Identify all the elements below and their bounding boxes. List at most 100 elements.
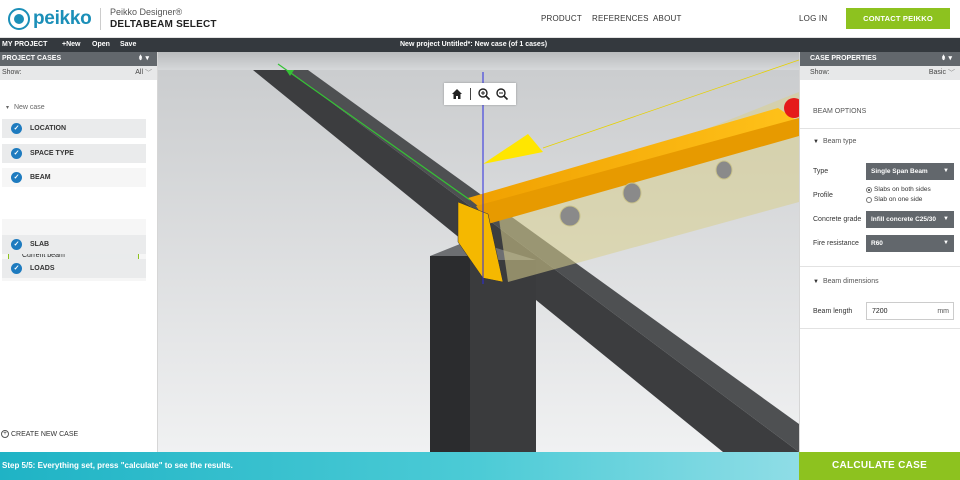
step-slab[interactable]: ✓ SLAB (2, 235, 146, 254)
divider (800, 266, 960, 267)
plus-circle-icon: + (1, 430, 9, 438)
create-new-case-label: CREATE NEW CASE (11, 430, 79, 438)
step-loads[interactable]: ✓ LOADS (2, 259, 146, 278)
profile-label: Profile (813, 192, 833, 199)
web-hole (559, 205, 581, 227)
profile-option-label: Slabs on both sides (874, 186, 931, 193)
pin-icon[interactable]: ⇟ ▾ (138, 54, 149, 62)
app-subtitle: Peikko Designer® (110, 7, 183, 17)
step-beam[interactable]: ✓ BEAM (2, 168, 146, 187)
step-label: LOADS (30, 265, 55, 272)
3d-viewport[interactable] (158, 52, 799, 452)
case-properties-title: CASE PROPERTIES (810, 55, 877, 62)
project-title: MY PROJECT (2, 41, 48, 48)
profile-radio-both[interactable]: Slabs on both sides (866, 186, 931, 193)
nav-references[interactable]: REFERENCES (592, 14, 649, 23)
calculate-case-button[interactable]: CALCULATE CASE (799, 452, 960, 480)
new-button[interactable]: +New (62, 41, 80, 48)
logo-text: peikko (33, 8, 92, 29)
check-icon: ✓ (11, 148, 22, 159)
show-label: Show: (810, 69, 830, 76)
profile-radio-one[interactable]: Slab on one side (866, 196, 922, 203)
collapse-triangle-icon: ▼ (813, 279, 819, 285)
zoom-out-icon[interactable] (494, 86, 510, 102)
radio-unselected-icon (866, 196, 872, 203)
beam-options-label: BEAM OPTIONS (813, 108, 867, 115)
beam-length-label: Beam length (813, 308, 853, 315)
pin-icon[interactable]: ⇟ ▾ (941, 54, 952, 62)
case-tree-item[interactable]: ▾ New case (6, 104, 45, 111)
toolbar-divider (470, 88, 471, 100)
radio-selected-icon (866, 186, 872, 193)
view-toolbar (444, 83, 516, 105)
project-cases-panel: PROJECT CASES ⇟ ▾ Show: All ﹀ ▾ New case… (0, 52, 158, 452)
status-bar: Step 5/5: Everything set, press "calcula… (0, 452, 799, 480)
concrete-grade-select[interactable]: Infill concrete C25/30 ▼ (866, 211, 954, 228)
show-value: Basic (928, 69, 946, 76)
app-title: DELTABEAM SELECT (110, 19, 217, 30)
nav-about[interactable]: ABOUT (653, 14, 682, 23)
step-label: SLAB (30, 241, 50, 248)
home-icon[interactable] (449, 86, 465, 102)
collapse-triangle-icon: ▼ (813, 139, 819, 145)
save-button[interactable]: Save (120, 41, 136, 48)
show-value: All (135, 69, 143, 76)
show-filter[interactable]: Show: All ﹀ (0, 66, 157, 80)
zoom-in-icon[interactable] (476, 86, 492, 102)
concrete-grade-label: Concrete grade (813, 216, 862, 223)
beam-dimensions-header[interactable]: ▼ Beam dimensions (813, 278, 879, 285)
fire-resistance-select[interactable]: R60 ▼ (866, 235, 954, 252)
nav-product[interactable]: PRODUCT (541, 14, 582, 23)
3d-scene[interactable] (158, 52, 799, 452)
profile-option-label: Slab on one side (874, 196, 923, 203)
step-label: BEAM (30, 174, 51, 181)
beam-dimensions-label: Beam dimensions (822, 278, 879, 285)
peikko-logo-icon (8, 8, 30, 30)
status-message: Step 5/5: Everything set, press "calcula… (2, 461, 233, 470)
step-label: SPACE TYPE (30, 150, 74, 157)
show-filter[interactable]: Show: Basic ﹀ (800, 66, 960, 80)
type-value: Single Span Beam (871, 168, 928, 175)
project-cases-header: PROJECT CASES ⇟ ▾ (0, 52, 157, 66)
chevron-down-icon: ﹀ (145, 70, 152, 77)
chevron-down-icon: ﹀ (948, 70, 955, 77)
divider (800, 328, 960, 329)
beam-type-label: Beam type (822, 138, 857, 145)
contact-peikko-button[interactable]: CONTACT PEIKKO (846, 8, 950, 29)
project-status: New project Untitled*: New case (of 1 ca… (400, 41, 548, 48)
collapse-triangle-icon: ▾ (6, 105, 10, 111)
step-label: LOCATION (30, 125, 67, 132)
fire-resistance-label: Fire resistance (813, 240, 859, 247)
show-label: Show: (2, 69, 22, 76)
check-icon: ✓ (11, 123, 22, 134)
check-icon: ✓ (11, 263, 22, 274)
open-button[interactable]: Open (92, 41, 110, 48)
login-link[interactable]: LOG IN (799, 14, 827, 23)
case-properties-panel: CASE PROPERTIES ⇟ ▾ Show: Basic ﹀ BEAM O… (799, 52, 960, 452)
project-bar: MY PROJECT +New Open Save New project Un… (0, 38, 960, 52)
beam-length-input[interactable]: 7200 mm (866, 302, 954, 320)
viewport-top-band (158, 52, 799, 70)
beam-length-unit: mm (937, 308, 949, 315)
web-hole (715, 160, 733, 180)
peikko-logo[interactable]: peikko (8, 8, 92, 30)
beam-type-header[interactable]: ▼ Beam type (813, 138, 856, 145)
concrete-grade-value: Infill concrete C25/30 (871, 216, 937, 223)
brand-divider (100, 8, 101, 30)
project-cases-title: PROJECT CASES (2, 55, 62, 62)
check-icon: ✓ (11, 172, 22, 183)
column-side (470, 260, 536, 452)
chevron-down-icon: ▼ (943, 216, 949, 222)
case-properties-header: CASE PROPERTIES ⇟ ▾ (800, 52, 960, 66)
divider (800, 128, 960, 129)
top-header: peikko Peikko Designer® DELTABEAM SELECT… (0, 0, 960, 38)
type-select[interactable]: Single Span Beam ▼ (866, 163, 954, 180)
step-space-type[interactable]: ✓ SPACE TYPE (2, 144, 146, 163)
beam-length-value: 7200 (872, 308, 888, 315)
web-hole (622, 182, 642, 204)
chevron-down-icon: ▼ (943, 168, 949, 174)
create-new-case-button[interactable]: + CREATE NEW CASE (1, 430, 78, 438)
chevron-down-icon: ▼ (943, 240, 949, 246)
check-icon: ✓ (11, 239, 22, 250)
step-location[interactable]: ✓ LOCATION (2, 119, 146, 138)
